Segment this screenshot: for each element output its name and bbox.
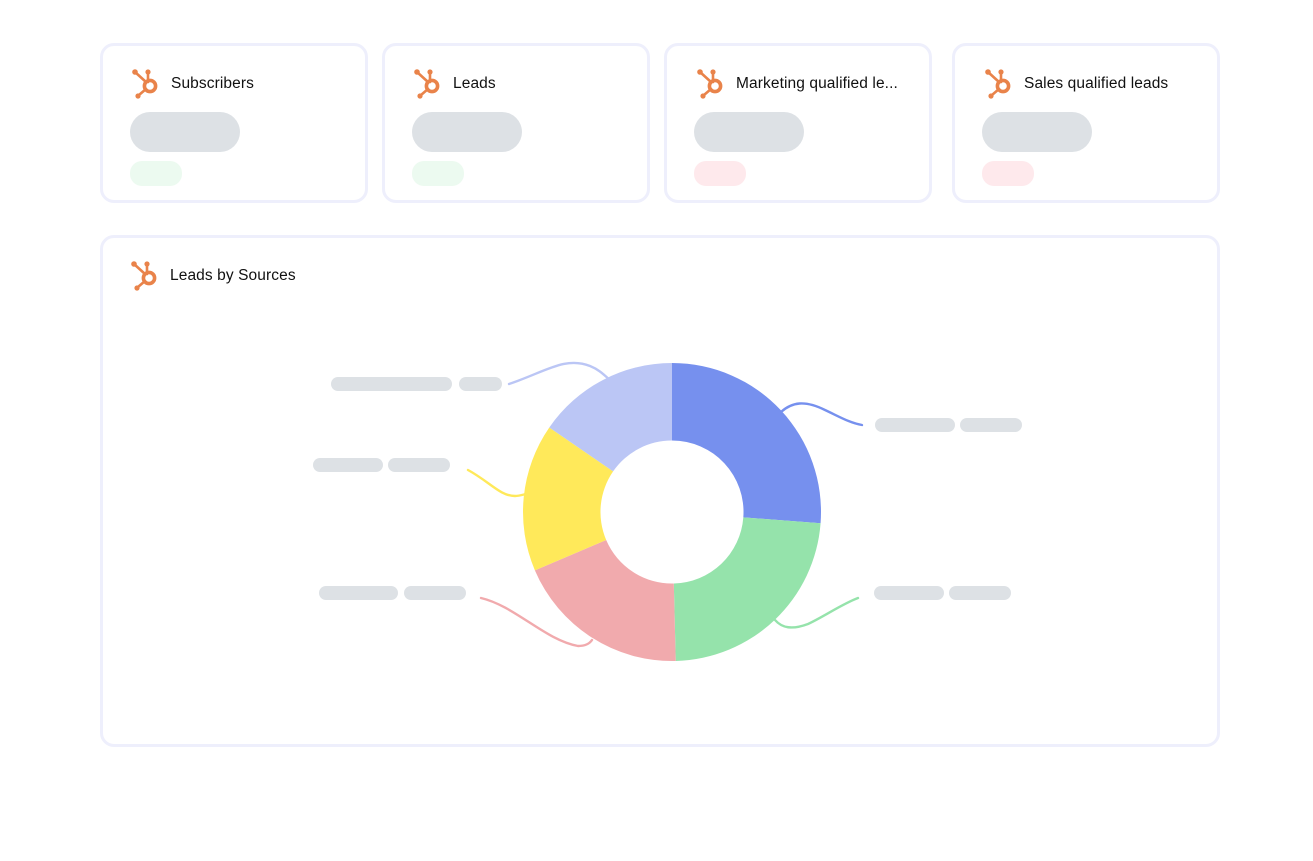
- hubspot-icon: [984, 68, 1014, 100]
- trend-badge-placeholder: [412, 161, 464, 186]
- hubspot-icon: [696, 68, 726, 100]
- slice-label-placeholder-source-3: [319, 586, 398, 600]
- kpi-card-subscribers[interactable]: Subscribers: [100, 43, 368, 203]
- card-header: Leads by Sources: [130, 260, 296, 292]
- kpi-card-marketing-qualified-leads[interactable]: Marketing qualified le...: [664, 43, 932, 203]
- slice-value-placeholder-source-3: [404, 586, 466, 600]
- card-title: Sales qualified leads: [1024, 75, 1169, 92]
- kpi-card-leads[interactable]: Leads: [382, 43, 650, 203]
- slice-value-placeholder-source-1: [960, 418, 1022, 432]
- value-placeholder: [694, 112, 804, 152]
- slice-value-placeholder-source-4: [388, 458, 450, 472]
- trend-badge-placeholder: [694, 161, 746, 186]
- card-header: Leads: [413, 68, 496, 100]
- trend-badge-placeholder: [130, 161, 182, 186]
- card-header: Subscribers: [131, 68, 254, 100]
- hubspot-icon: [413, 68, 443, 100]
- hubspot-icon: [130, 260, 160, 292]
- card-header: Marketing qualified le...: [696, 68, 898, 100]
- trend-badge-placeholder: [982, 161, 1034, 186]
- leads-by-sources-card: Leads by Sources: [100, 235, 1220, 747]
- value-placeholder: [982, 112, 1092, 152]
- value-placeholder: [130, 112, 240, 152]
- card-title: Marketing qualified le...: [736, 75, 898, 92]
- kpi-card-sales-qualified-leads[interactable]: Sales qualified leads: [952, 43, 1220, 203]
- chart-title: Leads by Sources: [170, 267, 296, 284]
- slice-label-placeholder-source-4: [313, 458, 383, 472]
- slice-value-placeholder-source-2: [949, 586, 1011, 600]
- slice-value-placeholder-source-5: [459, 377, 502, 391]
- card-title: Leads: [453, 75, 496, 92]
- hubspot-icon: [131, 68, 161, 100]
- value-placeholder: [412, 112, 522, 152]
- slice-label-placeholder-source-5: [331, 377, 452, 391]
- card-header: Sales qualified leads: [984, 68, 1168, 100]
- card-title: Subscribers: [171, 75, 254, 92]
- slice-label-placeholder-source-2: [874, 586, 944, 600]
- slice-label-placeholder-source-1: [875, 418, 955, 432]
